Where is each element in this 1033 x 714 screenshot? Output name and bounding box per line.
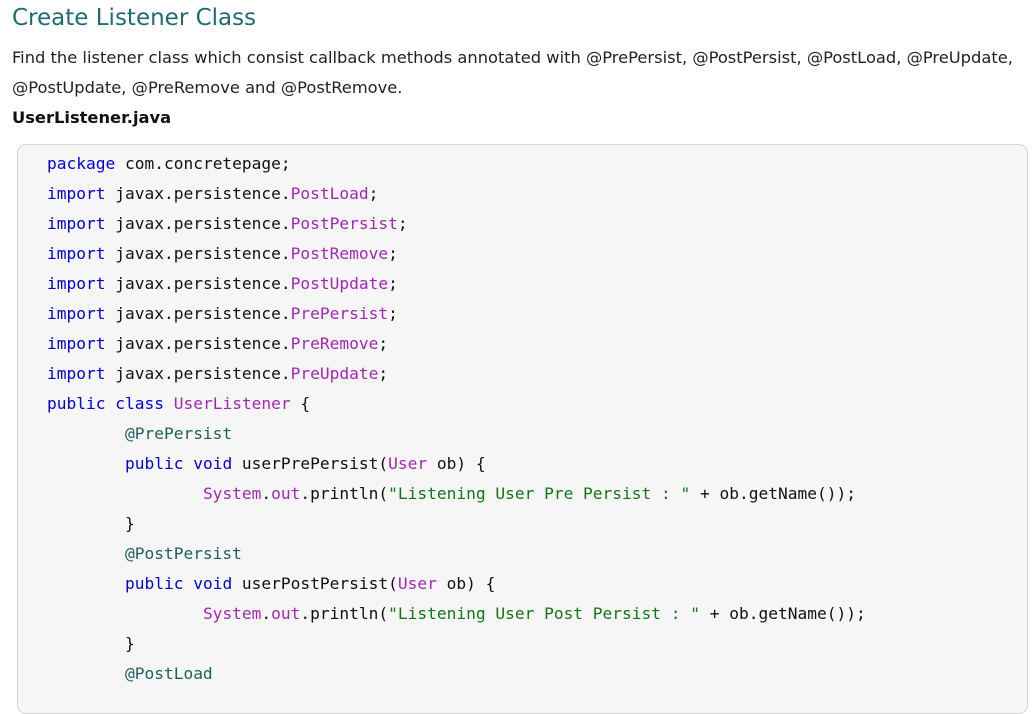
code-token: @PostLoad xyxy=(124,664,213,683)
code-token: PostLoad xyxy=(290,184,369,203)
code-token: ; xyxy=(388,274,398,293)
code-token: import xyxy=(47,304,106,323)
code-token: + ob.getName()); xyxy=(700,604,866,623)
code-line: @PostPersist xyxy=(47,539,866,569)
code-token: import xyxy=(47,244,106,263)
code-token: javax.persistence. xyxy=(105,184,291,203)
code-token: javax.persistence. xyxy=(105,244,291,263)
code-token: void xyxy=(193,574,233,593)
code-line: import javax.persistence.PostRemove; xyxy=(47,239,866,269)
code-token: PreUpdate xyxy=(290,364,379,383)
code-token: .println( xyxy=(300,604,389,623)
code-token: out xyxy=(271,484,301,503)
code-token: out xyxy=(271,604,301,623)
code-token: System xyxy=(202,604,262,623)
code-token: PostPersist xyxy=(290,214,398,233)
code-token: ; xyxy=(368,184,379,203)
code-token: public xyxy=(124,454,184,473)
code-token: + ob.getName()); xyxy=(690,484,856,503)
code-line: import javax.persistence.PostLoad; xyxy=(47,179,866,209)
code-line: @PostLoad xyxy=(47,659,866,689)
code-token: userPostPersist( xyxy=(232,574,398,593)
code-token: UserListener xyxy=(173,394,291,413)
code-line: import javax.persistence.PostUpdate; xyxy=(47,269,866,299)
code-token: ; xyxy=(378,364,389,383)
code-line: System.out.println("Listening User Post … xyxy=(47,599,866,629)
intro-paragraph: Find the listener class which consist ca… xyxy=(12,48,1013,97)
code-token: @PrePersist xyxy=(124,424,233,443)
code-token: import xyxy=(47,334,106,353)
code-token: System xyxy=(202,484,262,503)
code-token: javax.persistence. xyxy=(105,364,291,383)
code-token: public xyxy=(124,574,184,593)
code-line: public class UserListener { xyxy=(47,389,866,419)
code-token: . xyxy=(261,484,272,503)
code-line: package com.concretepage; xyxy=(47,149,866,179)
code-token: PrePersist xyxy=(290,304,389,323)
code-token: ; xyxy=(378,334,389,353)
code-token: PostUpdate xyxy=(290,274,389,293)
code-line: @PrePersist xyxy=(47,419,866,449)
code-token: void xyxy=(193,454,233,473)
code-token: @PostPersist xyxy=(124,544,242,563)
code-line: } xyxy=(47,629,866,659)
code-token: import xyxy=(47,364,106,383)
code-token: PreRemove xyxy=(290,334,379,353)
code-token: ; xyxy=(388,304,398,323)
code-token: ob) { xyxy=(427,454,486,473)
code-token: PostRemove xyxy=(290,244,389,263)
code-token: javax.persistence. xyxy=(105,274,291,293)
code-line: import javax.persistence.PreUpdate; xyxy=(47,359,866,389)
code-line: System.out.println("Listening User Pre P… xyxy=(47,479,866,509)
code-token: userPrePersist( xyxy=(232,454,389,473)
code-token: import xyxy=(47,184,106,203)
code-block[interactable]: package com.concretepage; import javax.pe… xyxy=(17,144,1028,714)
code-token: User xyxy=(397,574,437,593)
code-token: ob) { xyxy=(436,574,496,593)
code-line: public void userPrePersist(User ob) { xyxy=(47,449,866,479)
code-token: } xyxy=(47,514,135,533)
code-token: .println( xyxy=(300,484,389,503)
code-token: package xyxy=(47,154,116,173)
code-token: "Listening User Post Persist : " xyxy=(388,604,701,623)
code-token: ; xyxy=(388,244,398,263)
code-token: class xyxy=(115,394,164,413)
code-token: { xyxy=(290,394,311,413)
code-token: } xyxy=(47,634,135,653)
code-token: User xyxy=(388,454,428,473)
code-token: public xyxy=(47,394,106,413)
code-token: com.concretepage; xyxy=(115,154,291,173)
code-filename: UserListener.java xyxy=(12,108,172,127)
code-token: ; xyxy=(397,214,408,233)
code-line: import javax.persistence.PreRemove; xyxy=(47,329,866,359)
code-token: javax.persistence. xyxy=(105,304,291,323)
code-line: import javax.persistence.PrePersist; xyxy=(47,299,866,329)
code-token: . xyxy=(261,604,272,623)
code-token: javax.persistence. xyxy=(105,334,291,353)
code-line: public void userPostPersist(User ob) { xyxy=(47,569,866,599)
code-listing: package com.concretepage; import javax.pe… xyxy=(47,149,866,689)
code-line: } xyxy=(47,509,866,539)
code-line: import javax.persistence.PostPersist; xyxy=(47,209,866,239)
code-token: javax.persistence. xyxy=(105,214,291,233)
code-token: "Listening User Pre Persist : " xyxy=(388,484,691,503)
section-heading: Create Listener Class xyxy=(12,5,257,31)
code-token: import xyxy=(47,274,106,293)
code-token: import xyxy=(47,214,106,233)
